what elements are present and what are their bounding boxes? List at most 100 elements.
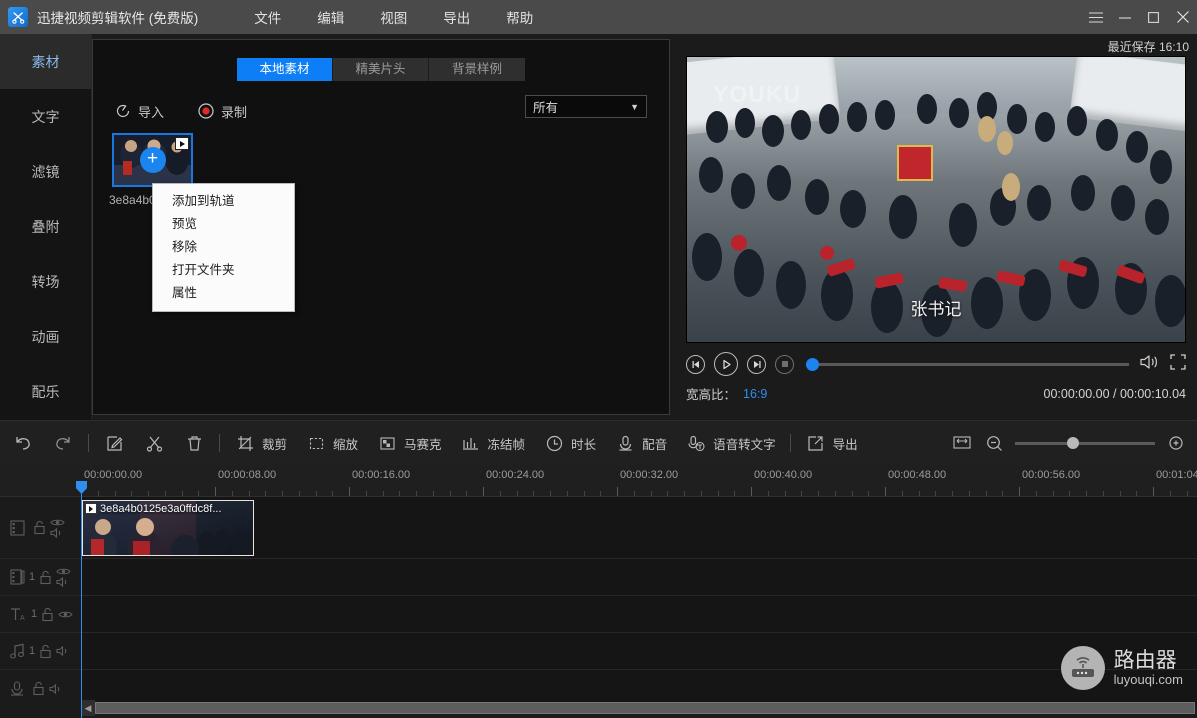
context-menu-properties[interactable]: 属性	[153, 282, 294, 305]
add-to-track-plus-icon[interactable]: +	[140, 147, 166, 173]
watermark-subtitle: luyouqi.com	[1114, 672, 1183, 687]
ruler-tick-minor	[801, 491, 802, 496]
context-menu-open-folder[interactable]: 打开文件夹	[153, 259, 294, 282]
playhead[interactable]	[81, 481, 82, 718]
stop-icon[interactable]	[775, 355, 794, 374]
context-menu-preview[interactable]: 预览	[153, 213, 294, 236]
ruler-tick-minor	[634, 491, 635, 496]
duration-button[interactable]: 时长	[543, 432, 596, 454]
ruler-tick-minor	[416, 491, 417, 496]
menu-view[interactable]: 视图	[362, 2, 425, 32]
menu-file[interactable]: 文件	[236, 2, 299, 32]
context-menu-add-to-track[interactable]: 添加到轨道	[153, 190, 294, 213]
track-body-text[interactable]	[81, 596, 1197, 632]
edit-button[interactable]	[103, 432, 125, 454]
video-subtitle: 张书记	[687, 295, 1185, 320]
hamburger-menu-icon[interactable]	[1081, 0, 1110, 34]
dubbing-button[interactable]: 配音	[614, 432, 667, 454]
scrollbar-thumb[interactable]	[95, 702, 1195, 714]
track-text[interactable]: A 1	[0, 596, 1197, 633]
export-button[interactable]: 导出	[805, 432, 858, 454]
timeline-horizontal-scrollbar[interactable]: ◀	[81, 700, 1195, 716]
record-button[interactable]: 录制	[198, 102, 247, 121]
fullscreen-icon[interactable]	[1170, 354, 1186, 375]
material-filter-select[interactable]: 所有 ▼	[525, 95, 647, 118]
speaker-icon[interactable]	[56, 577, 71, 587]
volume-icon[interactable]	[1140, 354, 1159, 375]
aspect-ratio-row: 宽高比： 16:9 00:00:00.00 / 00:00:10.04	[686, 384, 1186, 403]
sidebar-item-material[interactable]: 素材	[0, 34, 91, 89]
tab-local-material[interactable]: 本地素材	[237, 58, 333, 81]
speech-to-text-button[interactable]: 语音转文字	[685, 432, 776, 454]
sidebar-item-transition[interactable]: 转场	[0, 254, 91, 309]
menu-help[interactable]: 帮助	[488, 2, 551, 32]
import-label: 导入	[138, 102, 164, 121]
eye-icon[interactable]	[58, 610, 73, 619]
speaker-icon[interactable]	[49, 684, 64, 694]
track-music[interactable]: 1	[0, 633, 1197, 670]
sidebar-item-animation[interactable]: 动画	[0, 309, 91, 364]
video-preview[interactable]: YOUKU 张书记	[686, 56, 1186, 343]
unlock-icon[interactable]	[39, 570, 52, 585]
ruler-tick-minor	[1120, 491, 1121, 496]
track-video-main[interactable]: 3e8a4b0125e3a0ffdc8f...	[0, 497, 1197, 559]
maximize-icon[interactable]	[1139, 0, 1168, 34]
track-header-music: 1	[0, 633, 81, 669]
unlock-icon[interactable]	[39, 644, 52, 659]
import-button[interactable]: 导入	[115, 102, 164, 121]
prev-frame-icon[interactable]	[686, 355, 705, 374]
track-header-video-main	[0, 497, 81, 558]
ruler-tick-minor	[785, 491, 786, 496]
duration-icon	[543, 432, 565, 454]
mosaic-button[interactable]: 马赛克	[376, 432, 442, 454]
track-body-video-overlay[interactable]	[81, 559, 1197, 595]
track-body-music[interactable]	[81, 633, 1197, 669]
context-menu-remove[interactable]: 移除	[153, 236, 294, 259]
record-icon	[198, 103, 214, 119]
seek-slider[interactable]	[806, 357, 1129, 371]
eye-icon[interactable]	[56, 567, 71, 576]
close-icon[interactable]	[1168, 0, 1197, 34]
play-icon[interactable]	[714, 352, 738, 376]
menu-export[interactable]: 导出	[425, 2, 488, 32]
delete-button[interactable]	[183, 432, 205, 454]
ruler-tick-minor	[1103, 491, 1104, 496]
timeline-zoom-handle[interactable]	[1067, 437, 1079, 449]
sidebar-item-overlay[interactable]: 叠附	[0, 199, 91, 254]
scale-button[interactable]: 缩放	[305, 432, 358, 454]
tab-intro-templates[interactable]: 精美片头	[333, 58, 429, 81]
redo-icon	[52, 432, 74, 454]
unlock-icon[interactable]	[41, 607, 54, 622]
sidebar-item-music[interactable]: 配乐	[0, 364, 91, 419]
zoom-out-icon[interactable]	[983, 432, 1005, 454]
speaker-icon[interactable]	[50, 528, 65, 538]
minimize-icon[interactable]	[1110, 0, 1139, 34]
scroll-left-arrow-icon[interactable]: ◀	[81, 700, 95, 716]
menu-edit[interactable]: 编辑	[299, 2, 362, 32]
unlock-icon[interactable]	[33, 520, 46, 535]
unlock-icon[interactable]	[32, 681, 45, 696]
material-thumbnail[interactable]: +	[112, 133, 193, 187]
seek-handle[interactable]	[806, 358, 819, 371]
next-frame-icon[interactable]	[747, 355, 766, 374]
track-video-overlay[interactable]: 1	[0, 559, 1197, 596]
timeline-ruler[interactable]: 00:00:00.00 00:00:08.00 00:00:16.00 00:0…	[0, 465, 1197, 497]
undo-button[interactable]	[12, 432, 34, 454]
track-body-video-main[interactable]: 3e8a4b0125e3a0ffdc8f...	[81, 497, 1197, 558]
timeline-zoom-slider[interactable]	[1015, 442, 1155, 445]
split-button[interactable]	[143, 432, 165, 454]
eye-icon[interactable]	[50, 518, 65, 527]
ruler-tick-minor	[567, 491, 568, 496]
redo-button[interactable]	[52, 432, 74, 454]
crop-button[interactable]: 裁剪	[234, 432, 287, 454]
freeze-frame-button[interactable]: 冻结帧	[460, 432, 526, 454]
tab-background-samples[interactable]: 背景样例	[429, 58, 525, 81]
zoom-in-icon[interactable]	[1165, 432, 1187, 454]
aspect-ratio-value[interactable]: 16:9	[743, 387, 767, 401]
fit-to-window-icon[interactable]	[951, 432, 973, 454]
sidebar-item-text[interactable]: 文字	[0, 89, 91, 144]
sidebar-item-filter[interactable]: 滤镜	[0, 144, 91, 199]
speaker-icon[interactable]	[56, 646, 71, 656]
player-controls	[686, 351, 1186, 377]
timeline-clip[interactable]: 3e8a4b0125e3a0ffdc8f...	[82, 500, 254, 556]
